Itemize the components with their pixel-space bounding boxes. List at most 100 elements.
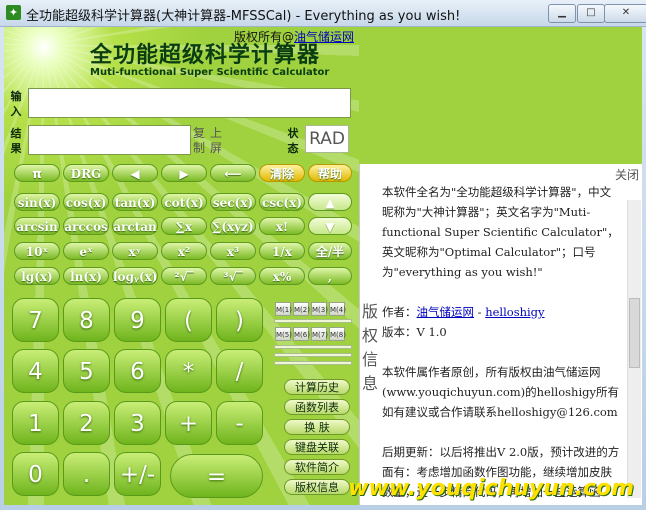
memory-slot-line: [274, 361, 352, 365]
log-base-button[interactable]: logᵧ(x): [112, 267, 158, 285]
reciprocal-button[interactable]: 1/x: [259, 242, 305, 260]
lg-button[interactable]: lg(x): [14, 267, 60, 285]
arccos-button[interactable]: arccos: [63, 217, 109, 235]
software-intro-button[interactable]: 软件简介: [284, 459, 350, 475]
percent-button[interactable]: x%: [259, 267, 305, 285]
sec-button[interactable]: sec(x): [210, 193, 256, 211]
scroll-down-button[interactable]: ▼: [308, 217, 352, 235]
author-label: 作者：: [382, 305, 417, 319]
negate-button[interactable]: +/-: [114, 452, 161, 496]
author-line: 作者：油气储运网 - helloshigy: [382, 302, 622, 322]
comma-button[interactable]: ,: [308, 267, 352, 285]
minimize-button[interactable]: ▁: [548, 4, 576, 23]
square-root-button[interactable]: ²√‾: [161, 267, 207, 285]
multiply-button[interactable]: *: [165, 349, 212, 393]
history-button[interactable]: 计算历史: [284, 379, 350, 395]
digit-3-button[interactable]: 3: [114, 401, 161, 445]
maximize-button[interactable]: □: [577, 4, 605, 23]
result-label: 结果: [10, 127, 22, 155]
e-power-button[interactable]: eˣ: [63, 242, 109, 260]
csc-button[interactable]: csc(x): [259, 193, 305, 211]
equals-button[interactable]: =: [170, 454, 263, 498]
arcsin-button[interactable]: arcsin: [14, 217, 60, 235]
cos-button[interactable]: cos(x): [63, 193, 109, 211]
arctan-button[interactable]: arctan: [112, 217, 158, 235]
digit-2-button[interactable]: 2: [63, 401, 110, 445]
sin-button[interactable]: sin(x): [14, 193, 60, 211]
cursor-left-button[interactable]: ◀: [112, 164, 158, 182]
angle-mode-indicator[interactable]: RAD: [305, 125, 349, 153]
help-button[interactable]: 帮助: [308, 164, 352, 182]
memory-6-button[interactable]: M(6): [293, 327, 310, 341]
digit-9-button[interactable]: 9: [114, 298, 161, 342]
copyright-vertical-tab[interactable]: 版权信息: [359, 300, 381, 420]
memory-2-button[interactable]: M(2): [293, 302, 310, 316]
digit-7-button[interactable]: 7: [12, 298, 59, 342]
panel-scrollbar[interactable]: [627, 200, 641, 498]
scroll-up-button[interactable]: ▲: [308, 193, 352, 211]
sum-xyz-button[interactable]: ∑(xyz): [210, 217, 256, 235]
window-title: 全功能超级科学计算器(大神计算器-MFSSCal) - Everything a…: [26, 9, 461, 24]
cursor-right-button[interactable]: ▶: [161, 164, 207, 182]
intro-paragraph: 本软件全名为"全功能超级科学计算器"，中文昵称为"大神计算器"；英文名字为"Mu…: [382, 185, 619, 279]
version-line: 版本：V 1.0: [382, 325, 447, 339]
info-panel: 关闭 本软件全名为"全功能超级科学计算器"，中文昵称为"大神计算器"；英文名字为…: [359, 164, 642, 505]
square-button[interactable]: x²: [161, 242, 207, 260]
backspace-button[interactable]: ⟵: [210, 164, 256, 182]
copy-button[interactable]: 复制: [193, 126, 207, 156]
result-field[interactable]: [28, 125, 191, 155]
memory-1-button[interactable]: M(1): [275, 302, 292, 316]
memory-3-button[interactable]: M(3): [311, 302, 328, 316]
plus-button[interactable]: +: [165, 401, 212, 445]
digit-1-button[interactable]: 1: [12, 401, 59, 445]
scrollbar-thumb[interactable]: [629, 298, 640, 368]
author-separator: -: [474, 305, 486, 319]
memory-slot-line: [274, 345, 352, 349]
cot-button[interactable]: cot(x): [161, 193, 207, 211]
digit-5-button[interactable]: 5: [63, 349, 110, 393]
input-label: 输入: [10, 90, 22, 118]
digit-4-button[interactable]: 4: [12, 349, 59, 393]
decimal-point-button[interactable]: .: [63, 452, 110, 496]
x-power-y-button[interactable]: xʸ: [112, 242, 158, 260]
client-area: 版权所有@油气储运网 全功能超级科学计算器 Muti-functional Su…: [4, 27, 642, 505]
memory-8-button[interactable]: M(8): [329, 327, 346, 341]
open-paren-button[interactable]: (: [165, 298, 212, 342]
panel-close-button[interactable]: 关闭: [615, 166, 639, 183]
memory-4-button[interactable]: M(4): [329, 302, 346, 316]
memory-5-button[interactable]: M(5): [275, 327, 292, 341]
factorial-button[interactable]: x!: [259, 217, 305, 235]
clear-button[interactable]: 清除: [259, 164, 305, 182]
logo-subtitle: Muti-functional Super Scientific Calcula…: [90, 67, 330, 78]
close-paren-button[interactable]: ): [216, 298, 263, 342]
memory-slot-line: [274, 353, 352, 357]
digit-8-button[interactable]: 8: [63, 298, 110, 342]
function-list-button[interactable]: 函数列表: [284, 399, 350, 415]
cube-button[interactable]: x³: [210, 242, 256, 260]
ten-power-button[interactable]: 10ˣ: [14, 242, 60, 260]
close-button[interactable]: ✕: [604, 4, 646, 23]
app-window: ✦ 全功能超级科学计算器(大神计算器-MFSSCal) - Everything…: [0, 0, 646, 510]
digit-6-button[interactable]: 6: [114, 349, 161, 393]
paste-button[interactable]: 上屏: [210, 126, 224, 156]
memory-7-button[interactable]: M(7): [311, 327, 328, 341]
ln-button[interactable]: ln(x): [63, 267, 109, 285]
pi-button[interactable]: π: [14, 164, 60, 182]
drg-button[interactable]: DRG: [63, 164, 109, 182]
tan-button[interactable]: tan(x): [112, 193, 158, 211]
copyright-info-button[interactable]: 版权信息: [284, 479, 350, 495]
input-field[interactable]: [28, 88, 351, 118]
cube-root-button[interactable]: ³√‾: [210, 267, 256, 285]
full-half-width-button[interactable]: 全/半: [308, 242, 352, 260]
logo-title: 全功能超级科学计算器: [90, 43, 321, 68]
digit-0-button[interactable]: 0: [12, 452, 59, 496]
change-skin-button[interactable]: 换 肤: [284, 419, 350, 435]
sum-x-button[interactable]: ∑x: [161, 217, 207, 235]
info-text: 本软件全名为"全功能超级科学计算器"，中文昵称为"大神计算器"；英文名字为"Mu…: [382, 182, 622, 502]
title-bar: ✦ 全功能超级科学计算器(大神计算器-MFSSCal) - Everything…: [0, 0, 646, 27]
author-link-helloshigy[interactable]: helloshigy: [485, 305, 544, 319]
keyboard-binding-button[interactable]: 键盘关联: [284, 439, 350, 455]
minus-button[interactable]: -: [216, 401, 263, 445]
divide-button[interactable]: /: [216, 349, 263, 393]
author-link[interactable]: 油气储运网: [417, 305, 475, 319]
